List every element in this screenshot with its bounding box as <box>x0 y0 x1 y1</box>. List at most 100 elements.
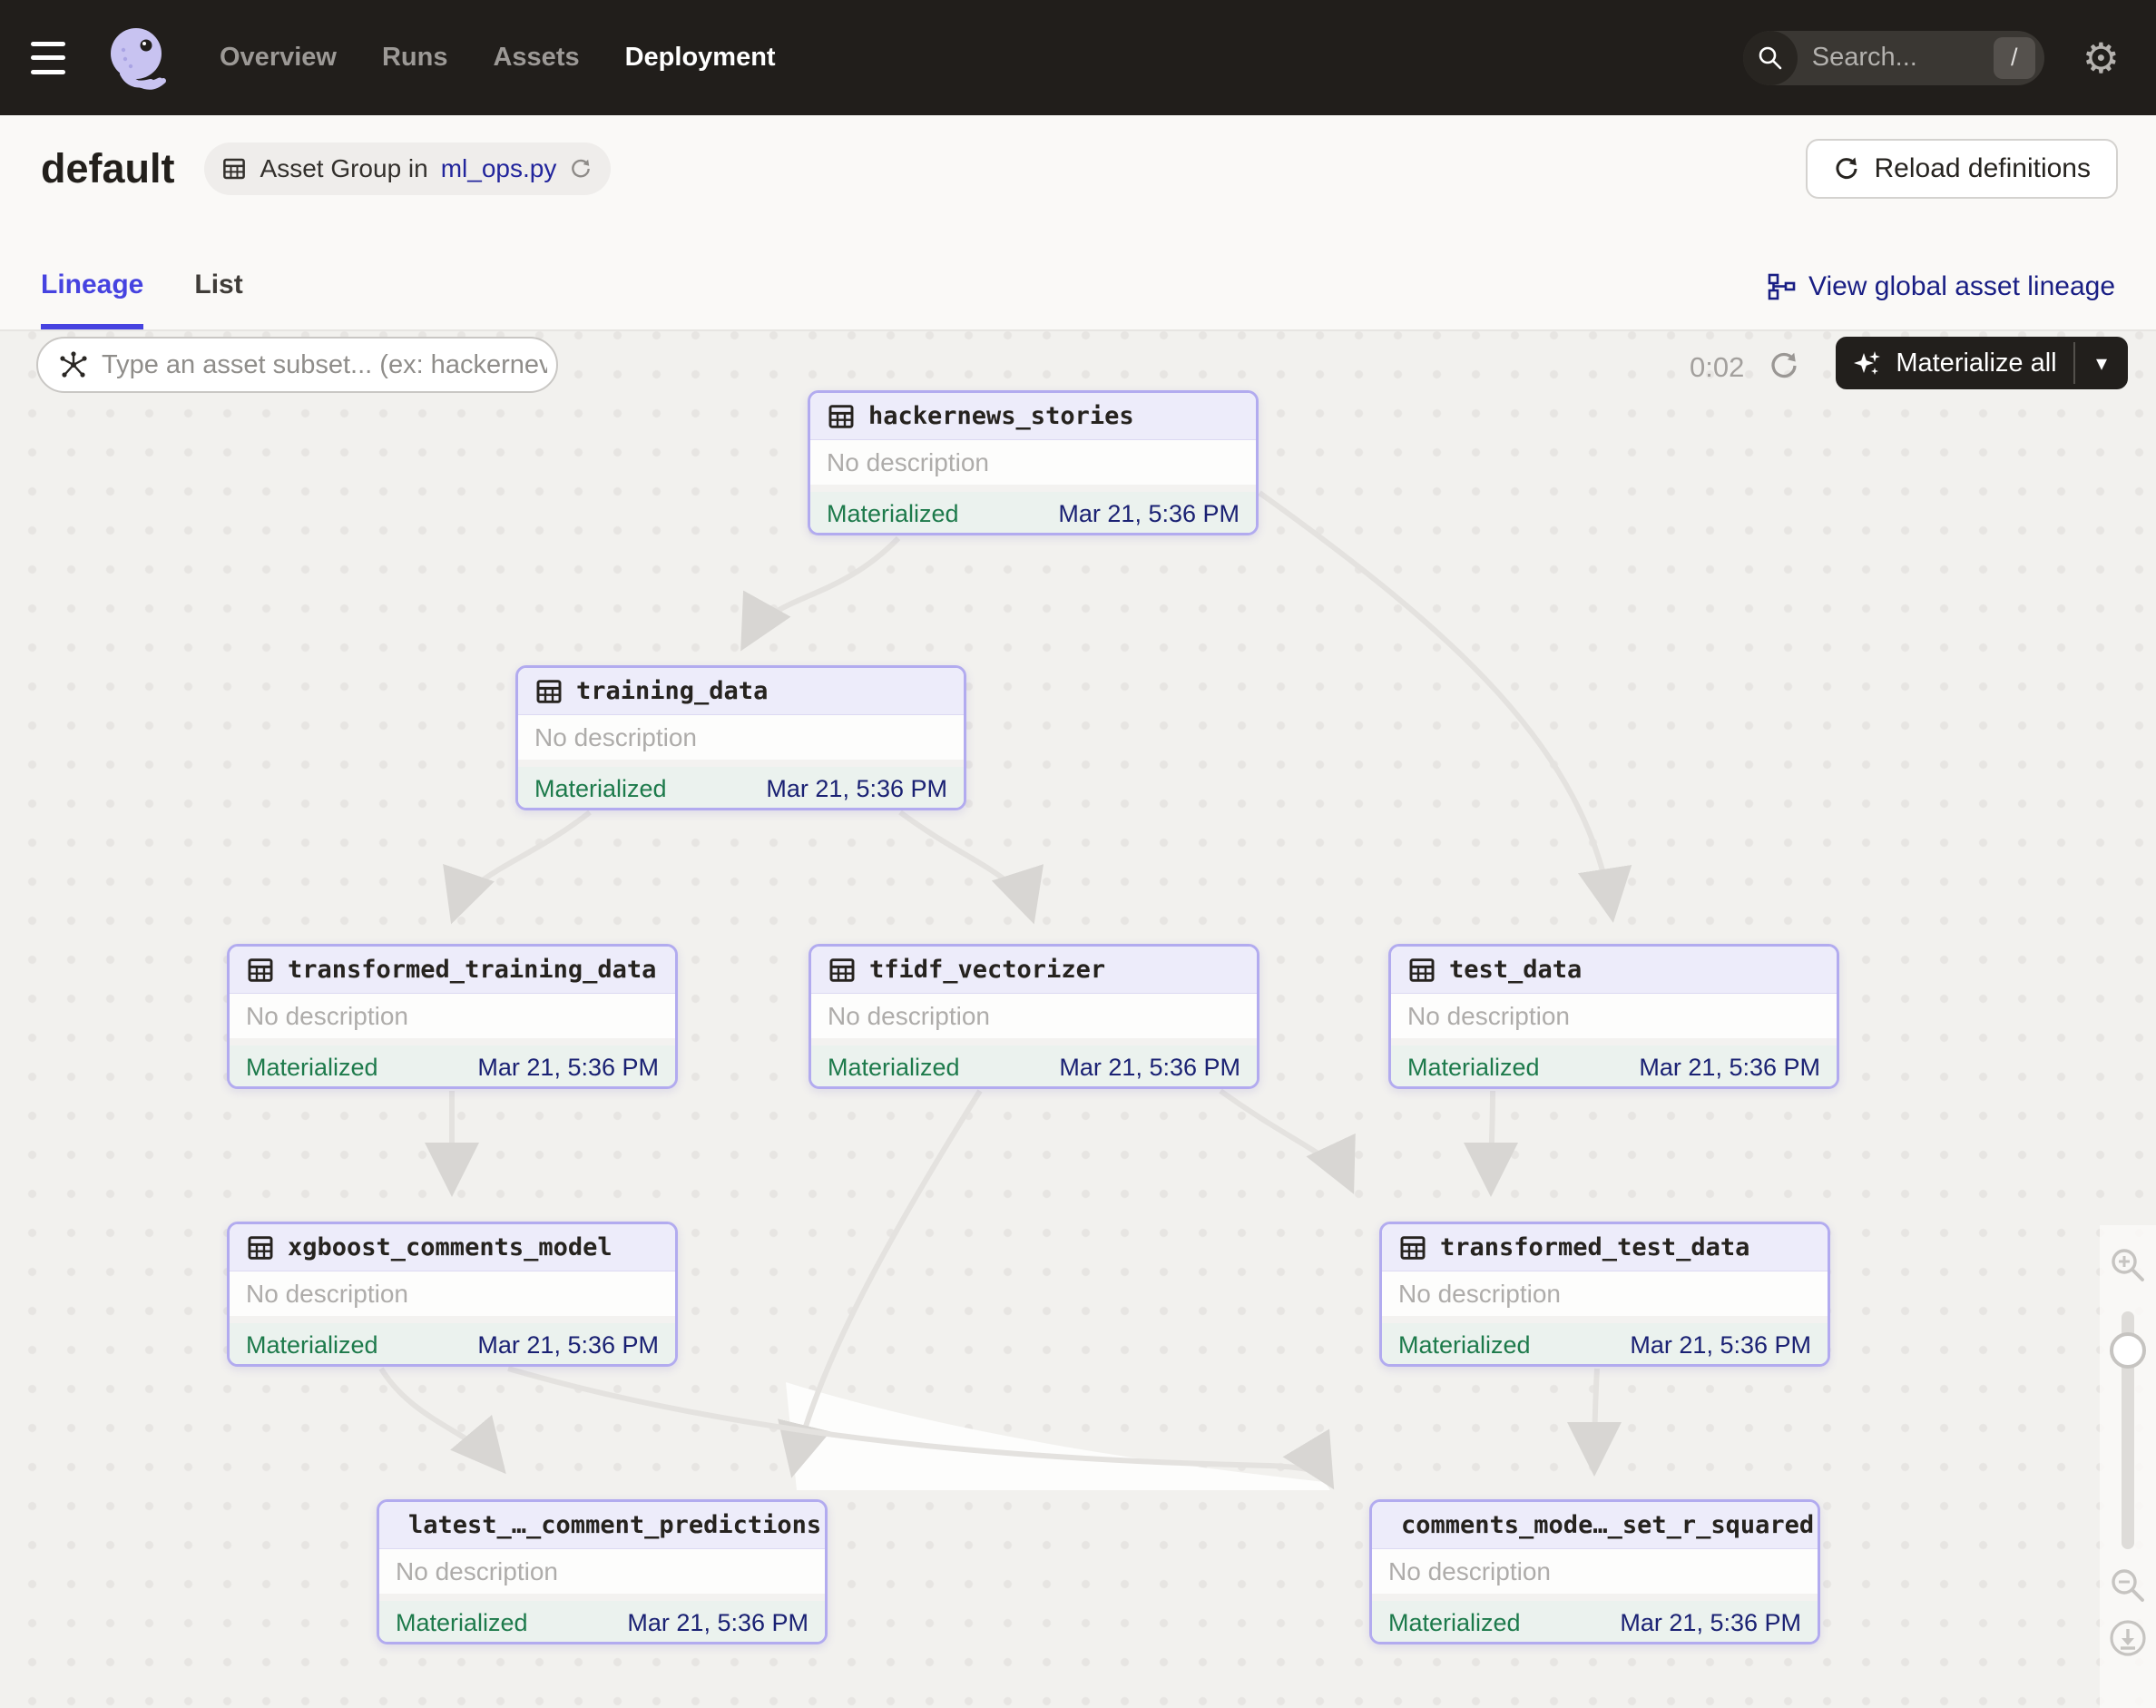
asset-group-badge[interactable]: Asset Group in ml_ops.py <box>204 142 612 195</box>
asset-materialization-time[interactable]: Mar 21, 5:36 PM <box>627 1609 808 1637</box>
asset-node-footer: Materialized Mar 21, 5:36 PM <box>379 1601 825 1644</box>
dagster-logo-icon[interactable] <box>103 23 174 93</box>
page-header: default Asset Group in ml_ops.py Reload … <box>0 115 2156 222</box>
asset-node-body: No description <box>1372 1549 1818 1594</box>
asset-node-body: No description <box>1391 994 1837 1038</box>
asset-materialization-time[interactable]: Mar 21, 5:36 PM <box>1639 1054 1820 1082</box>
reload-definitions-button[interactable]: Reload definitions <box>1806 139 2119 199</box>
asset-node-body: No description <box>230 994 675 1038</box>
nav-item-runs[interactable]: Runs <box>382 43 448 73</box>
tab-list[interactable]: List <box>194 270 242 329</box>
table-icon <box>1407 956 1436 985</box>
asset-node[interactable]: latest_…_comment_predictions No descript… <box>377 1499 828 1644</box>
download-graph-icon[interactable] <box>2107 1617 2149 1659</box>
table-icon <box>220 155 248 182</box>
nav-item-overview[interactable]: Overview <box>220 43 337 73</box>
asset-status: Materialized <box>1398 1331 1531 1360</box>
zoom-in-icon[interactable] <box>2108 1245 2148 1285</box>
nav-item-deployment[interactable]: Deployment <box>625 43 776 73</box>
asset-node-footer: Materialized Mar 21, 5:36 PM <box>230 1323 675 1367</box>
asset-node[interactable]: transformed_test_data No description Mat… <box>1379 1222 1830 1367</box>
asset-node[interactable]: training_data No description Materialize… <box>515 665 966 810</box>
search-input[interactable] <box>1798 43 1994 73</box>
asset-node[interactable]: tfidf_vectorizer No description Material… <box>808 944 1259 1089</box>
asset-node-header: training_data <box>518 668 964 715</box>
search-icon <box>1743 31 1798 85</box>
asset-status: Materialized <box>396 1609 528 1637</box>
lineage-graph-icon <box>1767 272 1796 301</box>
asset-node[interactable]: transformed_training_data No description… <box>227 944 678 1089</box>
asset-status: Materialized <box>1407 1054 1540 1082</box>
asset-materialization-time[interactable]: Mar 21, 5:36 PM <box>766 775 947 803</box>
asset-node-gap <box>230 1316 675 1323</box>
table-icon <box>828 956 857 985</box>
zoom-out-icon[interactable] <box>2108 1566 2148 1605</box>
asset-node-footer: Materialized Mar 21, 5:36 PM <box>1391 1045 1837 1089</box>
table-icon <box>246 1233 275 1262</box>
asset-node-body: No description <box>811 994 1257 1038</box>
refresh-timer: 0:02 <box>1690 351 1744 384</box>
table-icon <box>827 402 856 431</box>
asset-filter-input-container[interactable] <box>36 337 558 393</box>
asset-name: transformed_training_data <box>288 956 656 984</box>
asset-node-header: xgboost_comments_model <box>230 1224 675 1271</box>
table-icon <box>246 956 275 985</box>
asset-node-header: transformed_training_data <box>230 947 675 994</box>
asset-group-badge-text: Asset Group in <box>260 154 428 183</box>
asset-name: training_data <box>576 677 768 705</box>
lineage-canvas[interactable]: hackernews_stories No description Materi… <box>0 331 2156 1708</box>
asset-name: tfidf_vectorizer <box>869 956 1105 984</box>
top-navigation-bar: Overview Runs Assets Deployment / ⚙ <box>0 0 2156 115</box>
asset-node[interactable]: comments_mode…_set_r_squared No descript… <box>1369 1499 1820 1644</box>
main-nav-menu: Overview Runs Assets Deployment <box>220 43 776 73</box>
asset-node-header: test_data <box>1391 947 1837 994</box>
asset-node-header: latest_…_comment_predictions <box>379 1502 825 1549</box>
asset-name: xgboost_comments_model <box>288 1233 612 1261</box>
asset-materialization-time[interactable]: Mar 21, 5:36 PM <box>1058 500 1240 528</box>
zoom-controls-panel <box>2100 1225 2156 1708</box>
dagster-app: Overview Runs Assets Deployment / ⚙ defa… <box>0 0 2156 1708</box>
tab-lineage[interactable]: Lineage <box>41 270 143 329</box>
hamburger-menu-icon[interactable] <box>31 42 71 74</box>
asset-node[interactable]: hackernews_stories No description Materi… <box>808 390 1259 535</box>
asset-node-gap <box>1372 1594 1818 1601</box>
asset-node-footer: Materialized Mar 21, 5:36 PM <box>810 492 1256 535</box>
asset-description: No description <box>1398 1280 1561 1309</box>
asset-description: No description <box>534 723 697 752</box>
materialize-all-button-group: Materialize all ▾ <box>1836 337 2128 389</box>
asset-node-gap <box>379 1594 825 1601</box>
badge-reload-icon[interactable] <box>569 157 593 181</box>
global-search[interactable]: / <box>1743 31 2044 85</box>
view-global-asset-lineage-link[interactable]: View global asset lineage <box>1767 271 2115 329</box>
asset-description: No description <box>827 448 989 477</box>
page-title: default <box>41 145 175 192</box>
asset-status: Materialized <box>246 1054 378 1082</box>
asset-filter-input[interactable] <box>102 350 547 380</box>
asset-materialization-time[interactable]: Mar 21, 5:36 PM <box>477 1331 659 1360</box>
graph-refresh-icon[interactable] <box>1768 349 1800 382</box>
asset-node-gap <box>230 1038 675 1045</box>
asset-node-footer: Materialized Mar 21, 5:36 PM <box>518 767 964 810</box>
asset-node-footer: Materialized Mar 21, 5:36 PM <box>230 1045 675 1089</box>
asset-materialization-time[interactable]: Mar 21, 5:36 PM <box>1059 1054 1240 1082</box>
asset-node-body: No description <box>230 1271 675 1316</box>
asset-materialization-time[interactable]: Mar 21, 5:36 PM <box>1620 1609 1801 1637</box>
table-icon <box>1398 1233 1427 1262</box>
materialize-options-dropdown[interactable]: ▾ <box>2075 337 2128 389</box>
asset-group-file-link[interactable]: ml_ops.py <box>441 154 557 183</box>
asset-node-gap <box>1382 1316 1828 1323</box>
settings-gear-icon[interactable]: ⚙ <box>2082 37 2120 79</box>
op-selector-icon <box>58 349 89 380</box>
asset-node-gap <box>518 760 964 767</box>
asset-materialization-time[interactable]: Mar 21, 5:36 PM <box>1630 1331 1811 1360</box>
asset-node-body: No description <box>810 440 1256 485</box>
asset-node[interactable]: test_data No description Materialized Ma… <box>1388 944 1839 1089</box>
asset-description: No description <box>246 1280 408 1309</box>
asset-node-footer: Materialized Mar 21, 5:36 PM <box>1382 1323 1828 1367</box>
nav-item-assets[interactable]: Assets <box>493 43 579 73</box>
zoom-slider-handle[interactable] <box>2110 1332 2146 1369</box>
asset-description: No description <box>828 1002 990 1031</box>
asset-materialization-time[interactable]: Mar 21, 5:36 PM <box>477 1054 659 1082</box>
materialize-all-button[interactable]: Materialize all <box>1836 337 2073 389</box>
asset-node[interactable]: xgboost_comments_model No description Ma… <box>227 1222 678 1367</box>
